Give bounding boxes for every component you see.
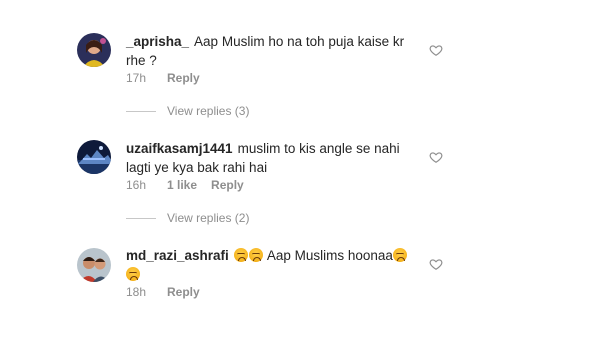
reply-button[interactable]: Reply	[167, 71, 200, 85]
like-count[interactable]: 1 like	[167, 178, 197, 192]
avatar[interactable]	[77, 140, 111, 174]
avatar[interactable]	[77, 33, 111, 67]
persevering-face-emoji	[126, 267, 140, 281]
reply-button[interactable]: Reply	[211, 178, 244, 192]
view-replies-button[interactable]: View replies (3)	[126, 104, 249, 118]
view-replies-divider	[126, 217, 156, 219]
view-replies-divider	[126, 110, 156, 112]
comment-username[interactable]: md_razi_ashrafi	[126, 248, 229, 263]
comment-time: 17h	[126, 71, 147, 85]
comment-text: _aprisha_ Aap Muslim ho na toh puja kaise…	[126, 32, 416, 70]
heart-icon[interactable]	[429, 257, 443, 271]
heart-icon[interactable]	[429, 43, 443, 57]
comment-time: 16h	[126, 178, 147, 192]
comment-text: md_razi_ashrafi Aap Muslims hoonaa	[126, 246, 416, 284]
view-replies-label: View replies (2)	[167, 211, 250, 225]
view-replies-label: View replies (3)	[167, 104, 250, 118]
comment-username[interactable]: uzaifkasamj1441	[126, 141, 233, 156]
persevering-face-emoji	[248, 248, 263, 262]
heart-icon[interactable]	[429, 150, 443, 164]
reply-button[interactable]: Reply	[167, 285, 200, 299]
persevering-face-emoji	[233, 248, 248, 262]
comment-time: 18h	[126, 285, 147, 299]
persevering-face-emoji	[392, 248, 407, 262]
comment-username[interactable]: _aprisha_	[126, 34, 189, 49]
avatar[interactable]	[77, 248, 111, 282]
comment-meta: 17h Reply	[126, 71, 200, 85]
comment-meta: 16h 1 like Reply	[126, 178, 244, 192]
comment-meta: 18h Reply	[126, 285, 200, 299]
comment-text: uzaifkasamj1441 muslim to kis angle se na…	[126, 139, 416, 177]
comment-body: Aap Muslims hoonaa	[266, 248, 393, 263]
view-replies-button[interactable]: View replies (2)	[126, 211, 249, 225]
